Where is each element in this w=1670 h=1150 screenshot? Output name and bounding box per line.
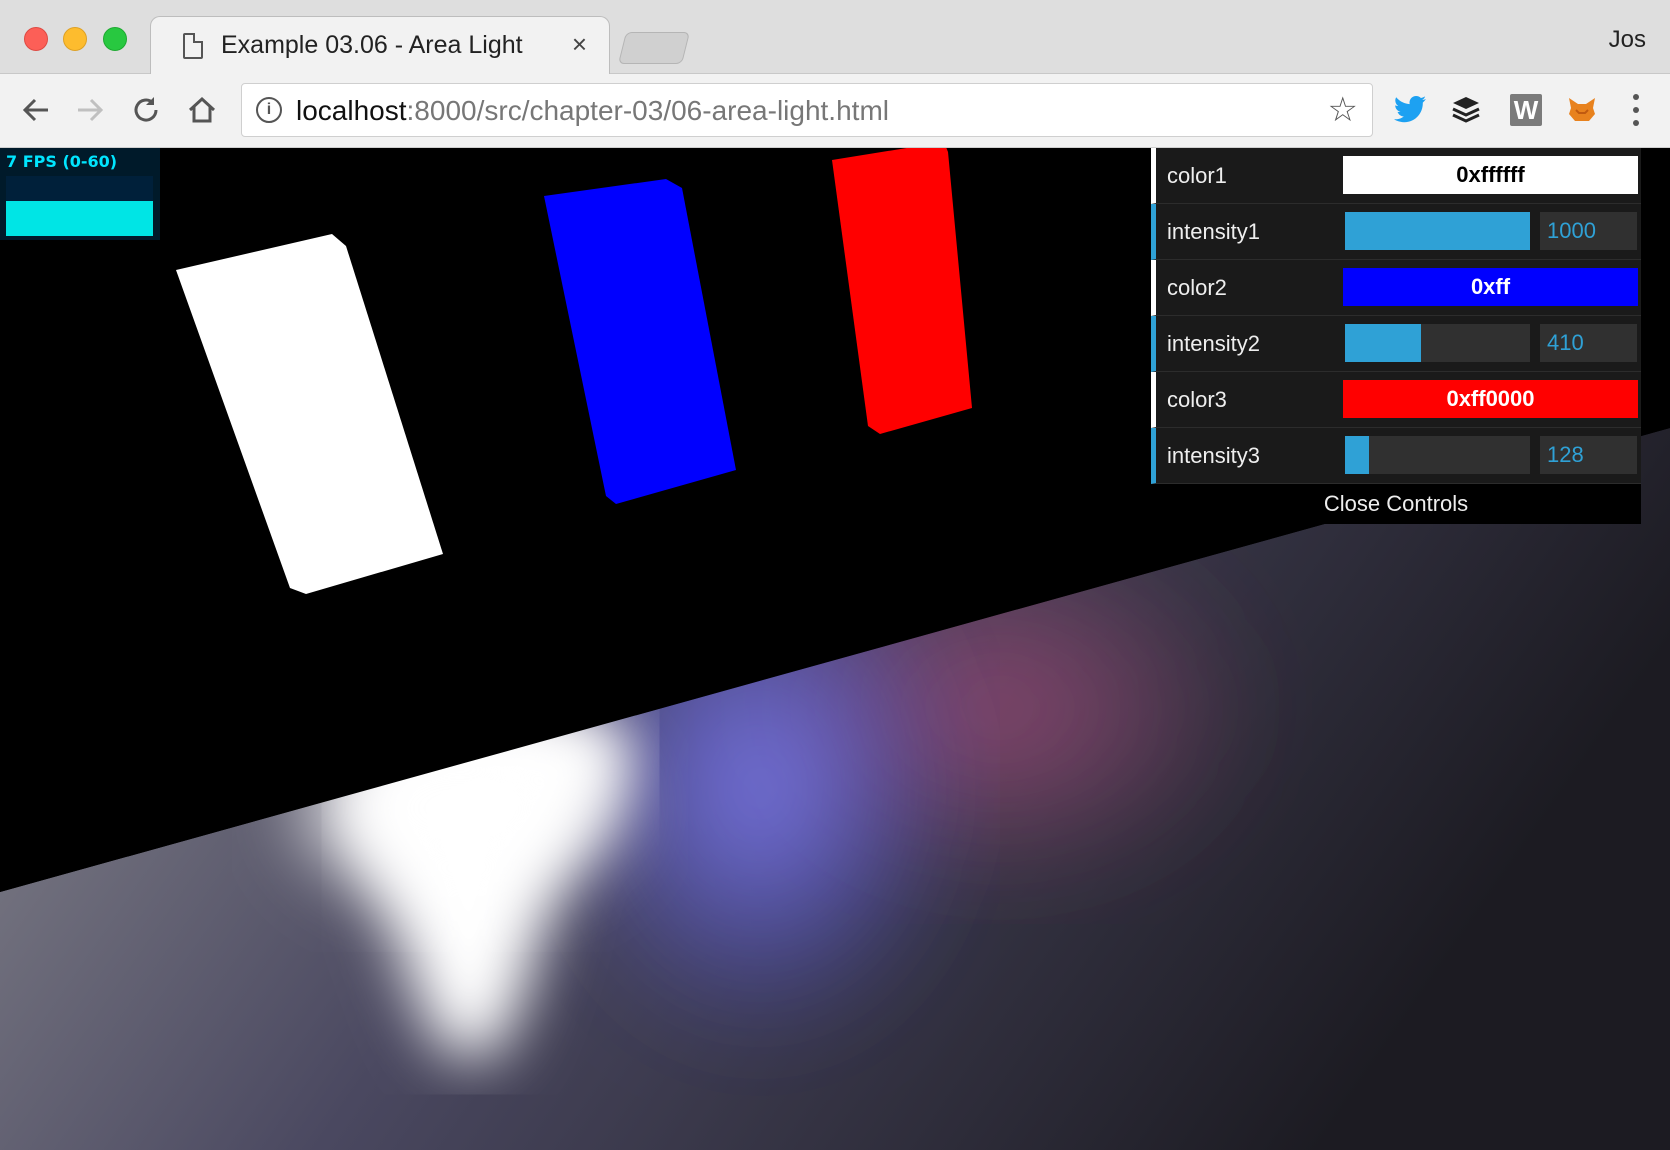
- close-window-button[interactable]: [24, 27, 48, 51]
- color-picker-color3[interactable]: 0xff0000: [1343, 380, 1638, 418]
- buffer-icon[interactable]: [1446, 90, 1486, 130]
- control-row-intensity3: intensity3 128: [1151, 428, 1641, 484]
- control-label: color3: [1167, 387, 1227, 412]
- slider-intensity3[interactable]: [1345, 436, 1530, 474]
- url-path: :8000/src/chapter-03/06-area-light.html: [406, 95, 889, 126]
- control-label: color1: [1167, 163, 1227, 188]
- slider-fill: [1345, 436, 1369, 474]
- star-icon[interactable]: ☆: [1328, 90, 1358, 130]
- controls-panel: color1 0xffffff intensity1 1000 color2 0xff in…: [1151, 148, 1641, 524]
- url-host: localhost: [296, 95, 407, 126]
- address-bar[interactable]: i localhost:8000/src/chapter-03/06-area-…: [241, 83, 1373, 137]
- slider-fill: [1345, 212, 1530, 250]
- browser-toolbar: i localhost:8000/src/chapter-03/06-area-…: [0, 74, 1670, 148]
- number-input-intensity1[interactable]: 1000: [1540, 212, 1637, 250]
- url-text[interactable]: localhost:8000/src/chapter-03/06-area-li…: [296, 95, 889, 127]
- control-label: intensity1: [1167, 219, 1260, 244]
- minimize-window-button[interactable]: [63, 27, 87, 51]
- maximize-window-button[interactable]: [103, 27, 127, 51]
- home-icon[interactable]: [180, 88, 224, 132]
- browser-tab-active[interactable]: Example 03.06 - Area Light ×: [150, 16, 610, 74]
- control-row-intensity1: intensity1 1000: [1151, 204, 1641, 260]
- control-row-intensity2: intensity2 410: [1151, 316, 1641, 372]
- profile-name[interactable]: Jos: [1609, 26, 1646, 54]
- slider-fill: [1345, 324, 1421, 362]
- slider-intensity2[interactable]: [1345, 324, 1530, 362]
- color-picker-color1[interactable]: 0xffffff: [1343, 156, 1638, 194]
- tab-title: Example 03.06 - Area Light: [221, 31, 523, 59]
- new-tab-button[interactable]: [618, 32, 690, 64]
- page-icon: [183, 33, 203, 59]
- slider-intensity1[interactable]: [1345, 212, 1530, 250]
- number-input-intensity3[interactable]: 128: [1540, 436, 1637, 474]
- close-controls-button[interactable]: Close Controls: [1151, 484, 1641, 524]
- twitter-icon[interactable]: [1390, 90, 1430, 130]
- reload-icon[interactable]: [124, 88, 168, 132]
- tab-close-icon[interactable]: ×: [572, 29, 587, 60]
- browser-titlebar: Example 03.06 - Area Light × Jos: [0, 0, 1670, 74]
- control-label: color2: [1167, 275, 1227, 300]
- forward-arrow-icon[interactable]: [68, 88, 112, 132]
- three-dots-icon[interactable]: [1628, 90, 1644, 130]
- color-picker-color2[interactable]: 0xff: [1343, 268, 1638, 306]
- info-icon[interactable]: i: [256, 97, 282, 123]
- control-row-color1: color1 0xffffff: [1151, 148, 1641, 204]
- control-row-color2: color2 0xff: [1151, 260, 1641, 316]
- w-extension-icon[interactable]: W: [1510, 94, 1542, 126]
- fps-graph: [6, 176, 153, 236]
- fps-label: 7 FPS (0-60): [6, 152, 118, 171]
- number-input-intensity2[interactable]: 410: [1540, 324, 1637, 362]
- fox-icon[interactable]: [1562, 90, 1602, 130]
- control-label: intensity3: [1167, 443, 1260, 468]
- fps-stats-panel[interactable]: 7 FPS (0-60): [0, 148, 160, 240]
- control-row-color3: color3 0xff0000: [1151, 372, 1641, 428]
- control-label: intensity2: [1167, 331, 1260, 356]
- fps-graph-fill: [6, 201, 153, 236]
- back-arrow-icon[interactable]: [14, 88, 58, 132]
